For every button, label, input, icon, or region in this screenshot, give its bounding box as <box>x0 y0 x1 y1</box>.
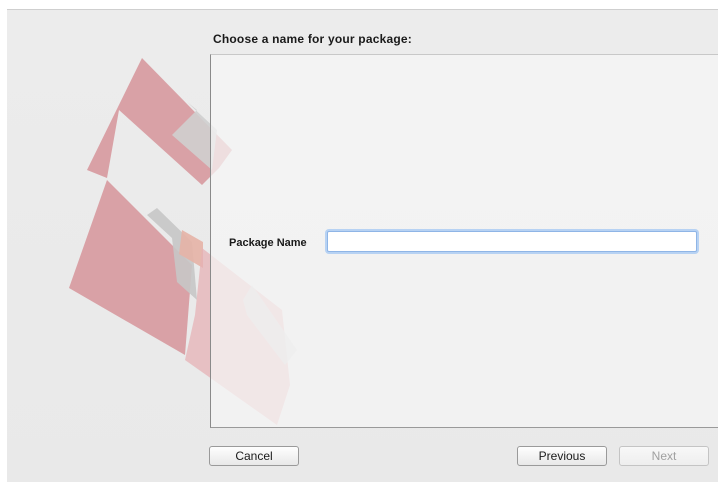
cancel-button[interactable]: Cancel <box>209 446 299 466</box>
package-name-input[interactable] <box>327 231 697 252</box>
package-name-label: Package Name <box>229 237 307 249</box>
next-button[interactable]: Next <box>619 446 709 466</box>
previous-button[interactable]: Previous <box>517 446 607 466</box>
page-title: Choose a name for your package: <box>213 32 412 46</box>
installer-window: Choose a name for your package: Package … <box>7 9 718 482</box>
logo-middle-red-block <box>69 180 192 355</box>
content-panel: Package Name <box>210 54 718 428</box>
